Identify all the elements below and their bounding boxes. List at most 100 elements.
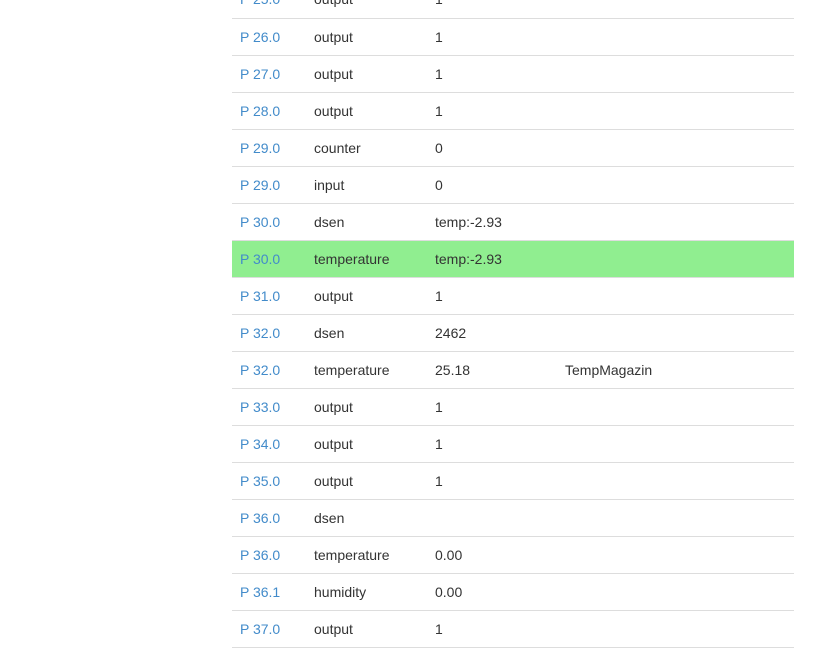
port-type-cell: output xyxy=(306,425,427,463)
port-name-cell xyxy=(557,388,794,426)
port-cell: P 30.0 xyxy=(232,240,306,278)
port-value-cell: 0.00 xyxy=(427,536,557,574)
table-row: P 31.0 output 1 xyxy=(232,277,794,315)
table-row: P 29.0 input 0 xyxy=(232,166,794,204)
port-link[interactable]: P 29.0 xyxy=(240,177,280,193)
port-cell: P 36.1 xyxy=(232,573,306,611)
port-name-cell xyxy=(557,610,794,648)
table-row: P 37.0 output 1 xyxy=(232,610,794,648)
port-cell: P 37.0 xyxy=(232,610,306,648)
port-type-cell: output xyxy=(306,92,427,130)
port-link[interactable]: P 37.0 xyxy=(240,621,280,637)
port-link[interactable]: P 32.0 xyxy=(240,325,280,341)
port-cell: P 30.0 xyxy=(232,203,306,241)
table-row: P 28.0 output 1 xyxy=(232,92,794,130)
port-link[interactable]: P 30.0 xyxy=(240,214,280,230)
table-row: P 29.0 counter 0 xyxy=(232,129,794,167)
port-name-cell xyxy=(557,92,794,130)
port-link[interactable]: P 36.0 xyxy=(240,510,280,526)
port-value-cell: 1 xyxy=(427,92,557,130)
table-row: P 36.0 dsen xyxy=(232,499,794,537)
port-value-cell: 25.18 xyxy=(427,351,557,389)
ports-table-container: P 25.0output1P 26.0output1P 27.0output1P… xyxy=(232,0,794,648)
port-type-cell: output xyxy=(306,0,427,19)
port-value-cell: 1 xyxy=(427,425,557,463)
port-name-cell: TempMagazin xyxy=(557,351,794,389)
table-row: P 30.0 dsen temp:-2.93 xyxy=(232,203,794,241)
port-name-cell xyxy=(557,240,794,278)
port-cell: P 34.0 xyxy=(232,425,306,463)
port-type-cell: output xyxy=(306,462,427,500)
port-value-cell: 1 xyxy=(427,388,557,426)
table-row: P 33.0 output 1 xyxy=(232,388,794,426)
port-name-cell xyxy=(557,573,794,611)
port-type-cell: temperature xyxy=(306,351,427,389)
port-type-cell: temperature xyxy=(306,536,427,574)
port-link[interactable]: P 35.0 xyxy=(240,473,280,489)
port-type-cell: output xyxy=(306,388,427,426)
port-value-cell: temp:-2.93 xyxy=(427,240,557,278)
table-row: P 32.0 temperature 25.18 TempMagazin xyxy=(232,351,794,389)
port-value-cell: 1 xyxy=(427,610,557,648)
table-row: P 36.1 humidity 0.00 xyxy=(232,573,794,611)
table-row: P 35.0 output 1 xyxy=(232,462,794,500)
port-value-cell: 1 xyxy=(427,462,557,500)
port-name-cell xyxy=(557,18,794,56)
port-cell: P 29.0 xyxy=(232,129,306,167)
port-link[interactable]: P 29.0 xyxy=(240,140,280,156)
port-name-cell xyxy=(557,0,794,19)
port-link[interactable]: P 25.0 xyxy=(240,0,280,7)
port-name-cell xyxy=(557,166,794,204)
port-link[interactable]: P 30.0 xyxy=(240,251,280,267)
port-name-cell xyxy=(557,462,794,500)
port-value-cell: 1 xyxy=(427,55,557,93)
port-value-cell: 1 xyxy=(427,0,557,19)
table-row: P 30.0 temperature temp:-2.93 xyxy=(232,240,794,278)
port-name-cell xyxy=(557,55,794,93)
port-link[interactable]: P 33.0 xyxy=(240,399,280,415)
port-type-cell: temperature xyxy=(306,240,427,278)
port-value-cell: 0 xyxy=(427,129,557,167)
port-link[interactable]: P 27.0 xyxy=(240,66,280,82)
ports-table-body: P 25.0output1P 26.0output1P 27.0output1P… xyxy=(232,0,794,648)
port-cell: P 31.0 xyxy=(232,277,306,315)
port-value-cell: 2462 xyxy=(427,314,557,352)
port-name-cell xyxy=(557,203,794,241)
port-name-cell xyxy=(557,129,794,167)
port-cell: P 32.0 xyxy=(232,351,306,389)
port-cell: P 33.0 xyxy=(232,388,306,426)
port-link[interactable]: P 36.1 xyxy=(240,584,280,600)
port-link[interactable]: P 31.0 xyxy=(240,288,280,304)
port-link[interactable]: P 36.0 xyxy=(240,547,280,563)
port-cell: P 28.0 xyxy=(232,92,306,130)
port-type-cell: dsen xyxy=(306,314,427,352)
port-type-cell: input xyxy=(306,166,427,204)
port-type-cell: dsen xyxy=(306,203,427,241)
table-row: P 25.0 output1 xyxy=(232,0,794,19)
port-value-cell xyxy=(427,499,557,537)
table-row: P 26.0 output 1 xyxy=(232,18,794,56)
port-link[interactable]: P 26.0 xyxy=(240,29,280,45)
port-cell: P 36.0 xyxy=(232,499,306,537)
port-name-cell xyxy=(557,277,794,315)
port-cell: P 27.0 xyxy=(232,55,306,93)
port-link[interactable]: P 28.0 xyxy=(240,103,280,119)
port-name-cell xyxy=(557,536,794,574)
port-type-cell: humidity xyxy=(306,573,427,611)
port-value-cell: 0 xyxy=(427,166,557,204)
port-value-cell: 1 xyxy=(427,18,557,56)
port-link[interactable]: P 34.0 xyxy=(240,436,280,452)
port-type-cell: output xyxy=(306,18,427,56)
port-cell: P 29.0 xyxy=(232,166,306,204)
port-type-cell: output xyxy=(306,610,427,648)
table-row: P 36.0 temperature 0.00 xyxy=(232,536,794,574)
port-name-cell xyxy=(557,499,794,537)
port-name-cell xyxy=(557,425,794,463)
table-row: P 32.0 dsen 2462 xyxy=(232,314,794,352)
port-cell: P 35.0 xyxy=(232,462,306,500)
port-cell: P 25.0 xyxy=(232,0,306,19)
port-link[interactable]: P 32.0 xyxy=(240,362,280,378)
port-type-cell: dsen xyxy=(306,499,427,537)
ports-table: P 25.0output1P 26.0output1P 27.0output1P… xyxy=(232,0,794,648)
port-value-cell: 0.00 xyxy=(427,573,557,611)
